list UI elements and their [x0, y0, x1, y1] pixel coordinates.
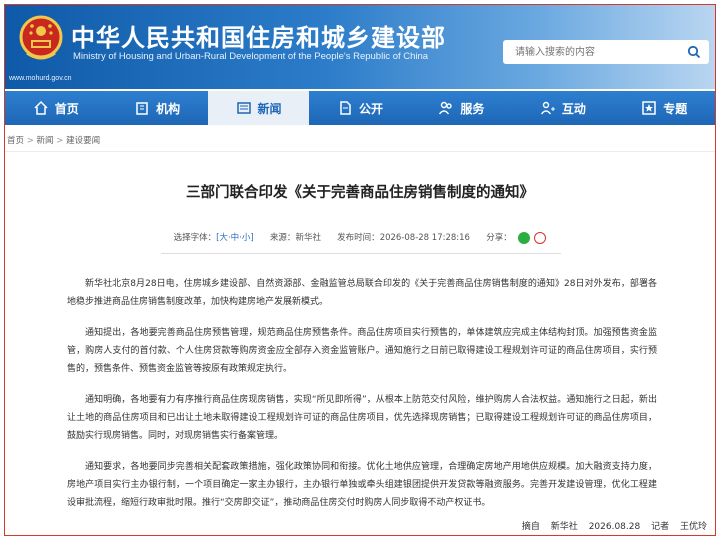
site-title: 中华人民共和国住房和城乡建设部: [71, 24, 446, 52]
source-label: 来源：: [269, 233, 296, 243]
breadcrumb: 首页 > 新闻 > 建设要闻: [7, 134, 100, 146]
news-icon: [236, 102, 251, 114]
excerpt-label: 摘自: [521, 522, 540, 532]
excerpt-source: 新华社: [550, 522, 578, 532]
nav-label: 新闻: [257, 101, 282, 116]
people-icon: [439, 101, 453, 115]
paragraph: 新华社北京8月28日电，住房城乡建设部、自然资源部、金融监管总局联合印发的《关于…: [67, 279, 657, 307]
time-label: 发布时间：: [337, 233, 380, 243]
nav-label: 公开: [358, 101, 383, 116]
article-meta: 选择字体：[大·中·小] 来源：新华社 发布时间：2026-08-28 17:2…: [5, 231, 715, 244]
search-box: [503, 40, 709, 64]
site-header: 中华人民共和国住房和城乡建设部 Ministry of Housing and …: [5, 5, 715, 89]
building-icon: [136, 102, 148, 115]
chat-icon: [540, 101, 555, 115]
page-frame: 中华人民共和国住房和城乡建设部 Ministry of Housing and …: [4, 4, 716, 536]
nav-item-news[interactable]: 新闻: [207, 91, 310, 125]
nav-label: 服务: [460, 101, 485, 116]
search-input[interactable]: [503, 40, 683, 64]
nav-item-topic[interactable]: 专题: [614, 91, 715, 125]
divider: [161, 253, 561, 254]
font-size-large[interactable]: 大: [219, 233, 228, 243]
main-nav: 首页 机构 新闻 公开 服务 互动 专题: [5, 91, 715, 125]
article-footer: 摘自 新华社 2026.08.28 记者 王优玲: [5, 519, 707, 532]
breadcrumb-separator: >: [56, 136, 67, 146]
search-icon[interactable]: [687, 45, 701, 59]
paragraph: 通知提出，各地要完善商品住房预售管理，规范商品住房预售条件。商品住房项目实行预售…: [67, 328, 657, 374]
article-title: 三部门联合印发《关于完善商品住房销售制度的通知》: [186, 185, 534, 201]
font-size-label: 选择字体：: [173, 233, 217, 243]
paragraph: 通知要求，各地要同步完善相关配套政策措施，强化政策协同和衔接。优化土地供应管理，…: [67, 462, 657, 508]
font-size-medium[interactable]: 中: [231, 233, 240, 243]
font-bracket-close: ]: [250, 233, 254, 243]
breadcrumb-current[interactable]: 建设要闻: [66, 136, 100, 146]
site-subtitle: Ministry of Housing and Urban-Rural Deve…: [73, 51, 429, 62]
national-emblem-icon[interactable]: [19, 15, 63, 63]
wechat-icon[interactable]: [518, 231, 531, 244]
share-label: 分享：: [486, 233, 512, 243]
document-icon: [340, 101, 351, 115]
share-icons: [518, 231, 547, 244]
footer-date: 2026.08.28: [588, 522, 641, 532]
topic-icon: [642, 101, 656, 115]
divider: [5, 151, 715, 152]
reporter-label: 记者: [651, 522, 670, 532]
nav-label: 专题: [663, 101, 688, 116]
nav-item-service[interactable]: 服务: [411, 91, 512, 125]
breadcrumb-news[interactable]: 新闻: [37, 136, 54, 146]
paragraph: 通知明确，各地要有力有序推行商品住房现房销售，实现“所见即所得”，从根本上防范交…: [67, 395, 657, 441]
home-icon: [34, 100, 48, 115]
article-body: 新华社北京8月28日电，住房城乡建设部、自然资源部、金融监管总局联合印发的《关于…: [67, 275, 657, 525]
nav-item-interaction[interactable]: 互动: [512, 91, 613, 125]
nav-label: 首页: [54, 101, 79, 116]
nav-label: 机构: [156, 101, 181, 116]
nav-item-public[interactable]: 公开: [309, 91, 410, 125]
reporter-name: 王优玲: [679, 522, 707, 532]
nav-item-organization[interactable]: 机构: [106, 91, 207, 125]
publish-time: 2026-08-28 17:28:16: [379, 233, 470, 243]
weibo-icon[interactable]: [534, 231, 547, 244]
nav-label: 互动: [561, 101, 586, 116]
nav-item-home[interactable]: 首页: [5, 91, 106, 125]
breadcrumb-separator: >: [26, 136, 37, 146]
source-value: 新华社: [295, 233, 321, 243]
site-domain: www.mohurd.gov.cn: [9, 75, 72, 82]
breadcrumb-home[interactable]: 首页: [7, 136, 24, 146]
